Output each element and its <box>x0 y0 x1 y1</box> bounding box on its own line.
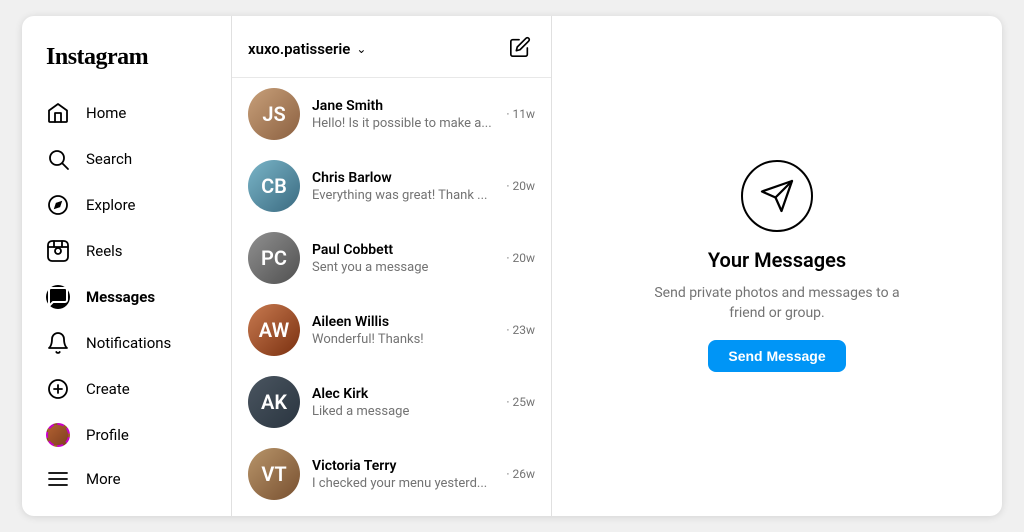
sidebar-nav: Home Search <box>34 91 219 457</box>
sidebar-item-reels-label: Reels <box>86 242 123 260</box>
inbox-header: xuxo.patisserie ⌄ <box>232 16 551 78</box>
sidebar-item-messages-label: Messages <box>86 288 155 306</box>
inbox-item-name: Alec Kirk <box>312 386 494 402</box>
search-icon <box>46 147 70 171</box>
inbox-list: JS Jane Smith Hello! Is it possible to m… <box>232 78 551 516</box>
inbox-item-preview: Liked a message <box>312 404 494 419</box>
inbox-item-info: Alec Kirk Liked a message <box>312 386 494 419</box>
sidebar-item-explore-label: Explore <box>86 196 136 214</box>
inbox-item-info: Paul Cobbett Sent you a message <box>312 242 494 275</box>
avatar: JS <box>248 88 300 140</box>
sidebar-item-explore[interactable]: Explore <box>34 183 219 227</box>
inbox-item-time: · 26w <box>506 467 535 481</box>
avatar: CB <box>248 160 300 212</box>
messages-icon <box>46 285 70 309</box>
placeholder-send-icon <box>741 160 813 232</box>
inbox-item-name: Victoria Terry <box>312 458 494 474</box>
sidebar-item-more-label: More <box>86 470 121 488</box>
avatar: AW <box>248 304 300 356</box>
inbox-item-info: Jane Smith Hello! Is it possible to make… <box>312 98 494 131</box>
sidebar-item-home[interactable]: Home <box>34 91 219 135</box>
chevron-down-icon: ⌄ <box>356 42 366 56</box>
inbox-item[interactable]: AK Alec Kirk Liked a message · 25w <box>232 366 551 438</box>
avatar: PC <box>248 232 300 284</box>
sidebar: Instagram Home <box>22 16 232 516</box>
inbox-username: xuxo.patisserie <box>248 40 350 58</box>
inbox-item-time: · 20w <box>506 251 535 265</box>
sidebar-item-reels[interactable]: Reels <box>34 229 219 273</box>
sidebar-item-create-label: Create <box>86 380 130 398</box>
placeholder-title: Your Messages <box>708 248 846 272</box>
inbox-item[interactable]: AW Aileen Willis Wonderful! Thanks! · 23… <box>232 294 551 366</box>
inbox-item-preview: Hello! Is it possible to make a... <box>312 116 494 131</box>
sidebar-item-search[interactable]: Search <box>34 137 219 181</box>
inbox-title-row[interactable]: xuxo.patisserie ⌄ <box>248 40 366 58</box>
sidebar-item-more[interactable]: More <box>34 457 219 501</box>
inbox-item-info: Victoria Terry I checked your menu yeste… <box>312 458 494 491</box>
explore-icon <box>46 193 70 217</box>
inbox-panel: xuxo.patisserie ⌄ JS Jane Smith Hello! I… <box>232 16 552 516</box>
inbox-item[interactable]: JS Jane Smith Hello! Is it possible to m… <box>232 78 551 150</box>
inbox-item-info: Aileen Willis Wonderful! Thanks! <box>312 314 494 347</box>
inbox-item-name: Aileen Willis <box>312 314 494 330</box>
inbox-item-preview: Everything was great! Thank ... <box>312 188 494 203</box>
inbox-item-time: · 25w <box>506 395 535 409</box>
compose-button[interactable] <box>505 32 535 65</box>
inbox-item-time: · 20w <box>506 179 535 193</box>
main-content: xuxo.patisserie ⌄ JS Jane Smith Hello! I… <box>232 16 1002 516</box>
profile-icon <box>46 423 70 447</box>
avatar: VT <box>248 448 300 500</box>
app-logo: Instagram <box>34 36 219 91</box>
inbox-item-time: · 11w <box>506 107 535 121</box>
app-container: Instagram Home <box>22 16 1002 516</box>
inbox-item-name: Jane Smith <box>312 98 494 114</box>
home-icon <box>46 101 70 125</box>
sidebar-item-notifications-label: Notifications <box>86 334 171 352</box>
inbox-item-preview: I checked your menu yesterd... <box>312 476 494 491</box>
notifications-icon <box>46 331 70 355</box>
inbox-item-name: Paul Cobbett <box>312 242 494 258</box>
more-icon <box>46 467 70 491</box>
inbox-item-preview: Sent you a message <box>312 260 494 275</box>
sidebar-item-notifications[interactable]: Notifications <box>34 321 219 365</box>
create-icon <box>46 377 70 401</box>
placeholder-subtitle: Send private photos and messages to a fr… <box>637 284 917 323</box>
inbox-item[interactable]: PC Paul Cobbett Sent you a message · 20w <box>232 222 551 294</box>
reels-icon <box>46 239 70 263</box>
inbox-item[interactable]: VT Victoria Terry I checked your menu ye… <box>232 438 551 510</box>
sidebar-item-search-label: Search <box>86 150 132 168</box>
sidebar-item-home-label: Home <box>86 104 126 122</box>
sidebar-item-profile[interactable]: Profile <box>34 413 219 457</box>
inbox-item-info: Chris Barlow Everything was great! Thank… <box>312 170 494 203</box>
inbox-item[interactable]: CB Chris Barlow Everything was great! Th… <box>232 150 551 222</box>
sidebar-item-messages[interactable]: Messages <box>34 275 219 319</box>
inbox-item[interactable]: AB Angela Brown Hi! Will you be open dur… <box>232 510 551 516</box>
sidebar-item-create[interactable]: Create <box>34 367 219 411</box>
send-message-button[interactable]: Send Message <box>708 340 845 372</box>
messages-placeholder: Your Messages Send private photos and me… <box>552 16 1002 516</box>
inbox-item-preview: Wonderful! Thanks! <box>312 332 494 347</box>
inbox-item-name: Chris Barlow <box>312 170 494 186</box>
sidebar-item-profile-label: Profile <box>86 426 129 444</box>
avatar: AK <box>248 376 300 428</box>
inbox-item-time: · 23w <box>506 323 535 337</box>
